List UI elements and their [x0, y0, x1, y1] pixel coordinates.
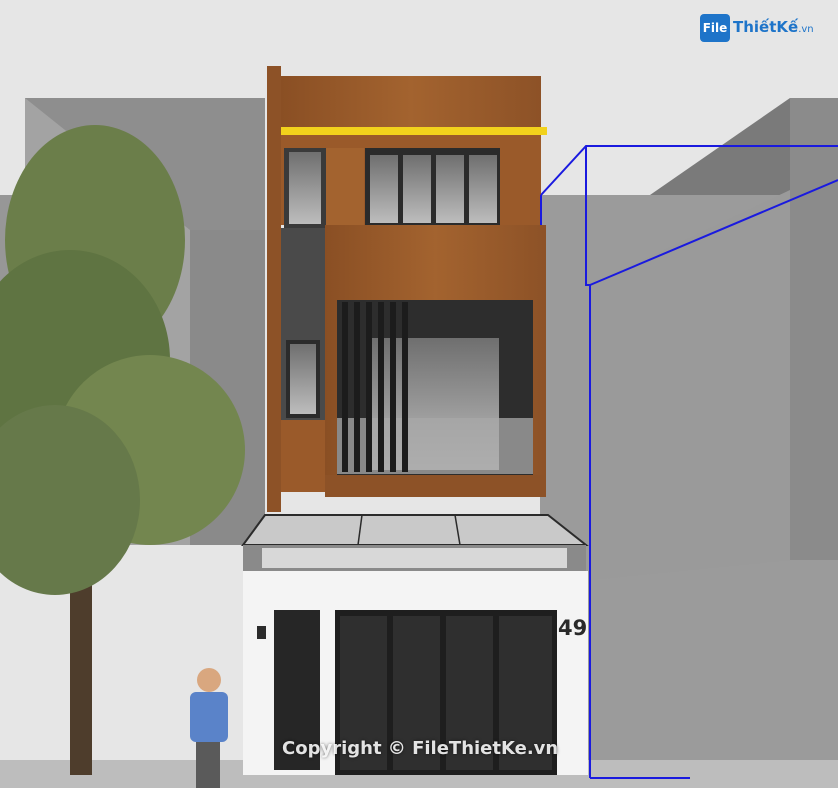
house-number: 49 — [558, 616, 588, 640]
architectural-render — [0, 0, 838, 788]
logo-tld: .vn — [798, 24, 814, 35]
yellow-accent-strip — [281, 127, 547, 135]
wall-lamp — [257, 626, 266, 639]
glass-canopy — [241, 514, 589, 571]
logo-name-text: ThiếtKế — [733, 18, 799, 36]
copyright-watermark: Copyright © FileThietKe.vn — [282, 738, 559, 759]
logo-name: ThiếtKế.vn — [733, 18, 814, 36]
house-upper-floors — [267, 66, 547, 512]
site-logo[interactable]: File ThiếtKế.vn — [700, 12, 830, 46]
logo-mark: File — [700, 14, 730, 42]
